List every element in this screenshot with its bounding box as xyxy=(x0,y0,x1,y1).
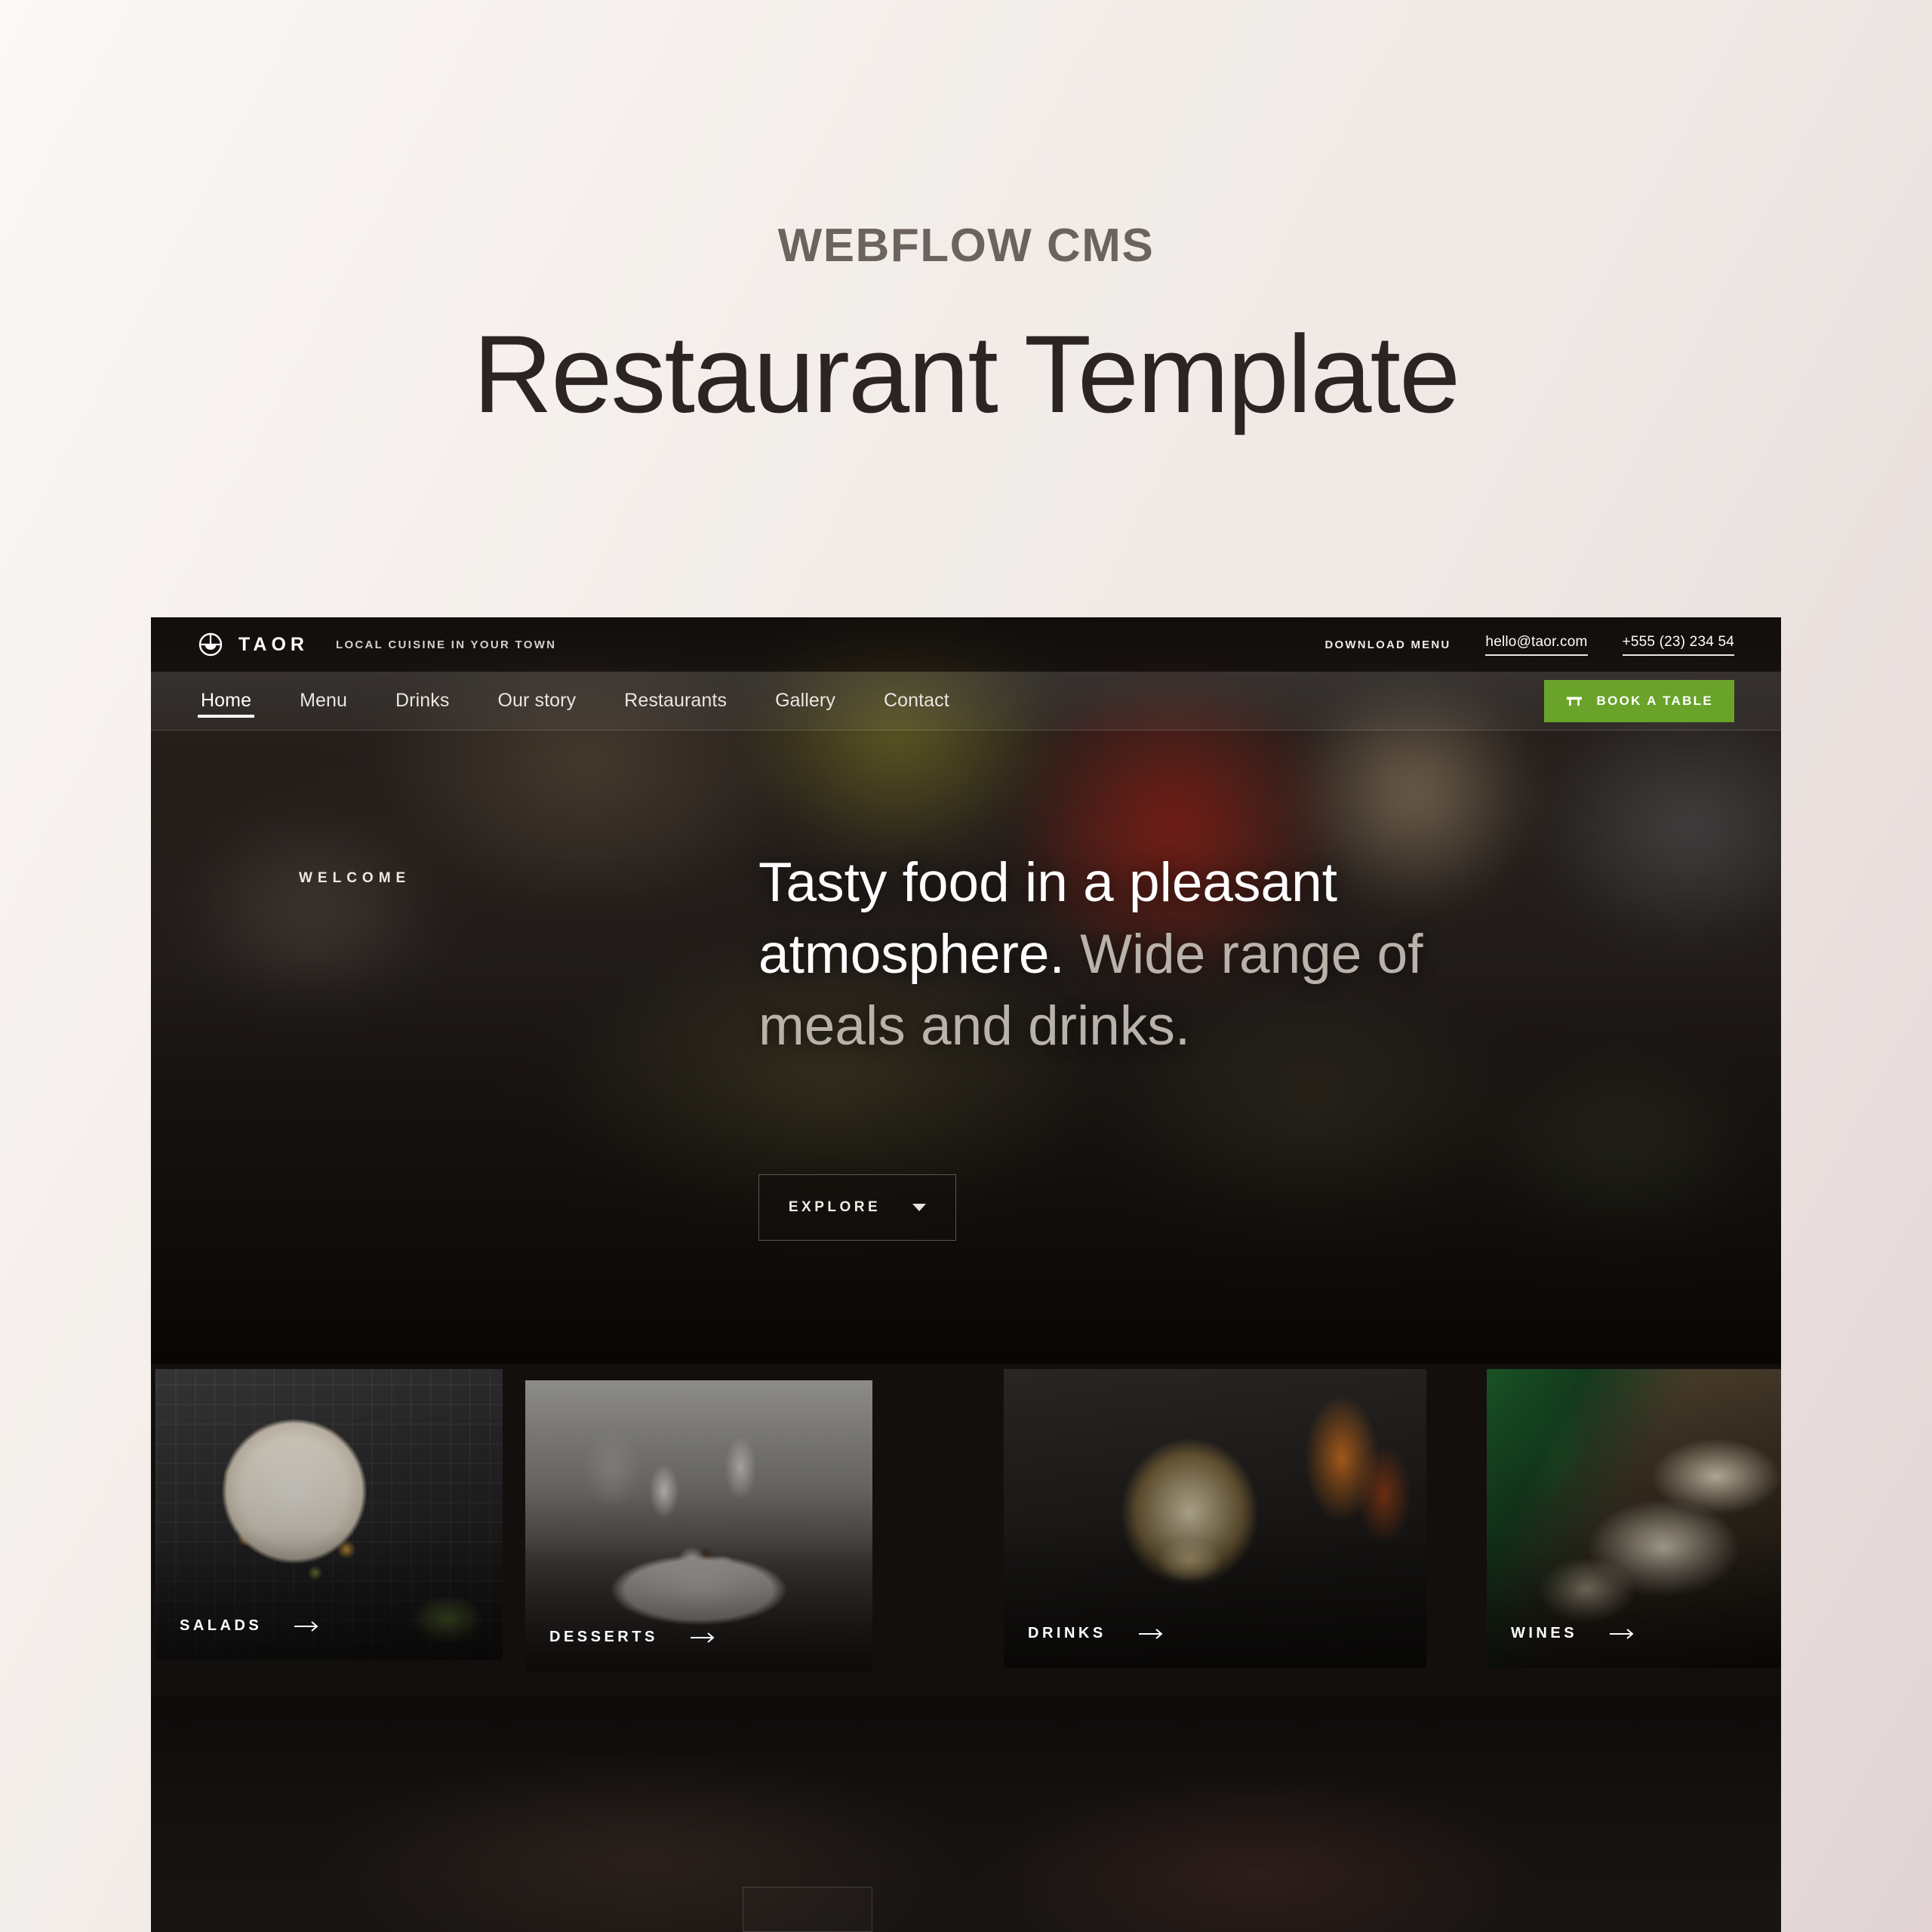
category-card-salads[interactable]: SALADS xyxy=(155,1369,503,1660)
drinks-photo-overlay xyxy=(1004,1369,1426,1668)
nav-item-home[interactable]: Home xyxy=(198,672,255,730)
explore-label: EXPLORE xyxy=(788,1199,881,1215)
brand-name: TAOR xyxy=(238,633,309,655)
phone-link[interactable]: +555 (23) 234 54 xyxy=(1622,634,1734,656)
book-a-table-label: BOOK A TABLE xyxy=(1596,693,1713,708)
category-cards: SALADS DESSERTS DRINKS WINES xyxy=(151,1364,1781,1697)
brand-tagline: LOCAL CUISINE IN YOUR TOWN xyxy=(335,638,557,651)
table-icon xyxy=(1566,697,1582,706)
drinks-label-group: DRINKS xyxy=(1028,1625,1164,1642)
main-nav: Home Menu Drinks Our story Restaurants G… xyxy=(198,672,952,730)
hero-eyebrow: WELCOME xyxy=(299,870,411,886)
wines-label-group: WINES xyxy=(1511,1625,1635,1642)
salads-label-group: SALADS xyxy=(180,1617,319,1635)
wines-label: WINES xyxy=(1511,1625,1578,1641)
nav-item-gallery[interactable]: Gallery xyxy=(772,672,838,730)
website-mockup: TAOR LOCAL CUISINE IN YOUR TOWN DOWNLOAD… xyxy=(151,617,1781,1932)
nav-item-drinks[interactable]: Drinks xyxy=(392,672,452,730)
email-link[interactable]: hello@taor.com xyxy=(1485,634,1588,656)
category-card-desserts[interactable]: DESSERTS xyxy=(525,1380,872,1672)
nav-item-contact[interactable]: Contact xyxy=(881,672,952,730)
page-title: Restaurant Template xyxy=(472,312,1461,435)
lower-dark-section xyxy=(151,1697,1781,1932)
brand[interactable]: TAOR xyxy=(198,632,309,657)
drinks-label: DRINKS xyxy=(1028,1625,1106,1641)
category-card-drinks[interactable]: DRINKS xyxy=(1004,1369,1426,1668)
topbar-right-group: DOWNLOAD MENU hello@taor.com +555 (23) 2… xyxy=(1325,634,1734,656)
site-topbar: TAOR LOCAL CUISINE IN YOUR TOWN DOWNLOAD… xyxy=(151,617,1781,672)
nav-item-our-story[interactable]: Our story xyxy=(494,672,579,730)
nav-item-restaurants[interactable]: Restaurants xyxy=(621,672,730,730)
hero-headline: Tasty food in a pleasant atmosphere. Wid… xyxy=(758,848,1513,1063)
category-card-wines[interactable]: WINES xyxy=(1487,1369,1781,1668)
hero-content: WELCOME Tasty food in a pleasant atmosph… xyxy=(151,731,1781,1364)
desserts-label-group: DESSERTS xyxy=(549,1629,715,1646)
wines-photo-overlay xyxy=(1487,1369,1781,1668)
salads-label: SALADS xyxy=(180,1617,263,1634)
download-menu-link[interactable]: DOWNLOAD MENU xyxy=(1325,638,1451,651)
arrow-right-icon xyxy=(1610,1628,1634,1639)
desserts-label: DESSERTS xyxy=(549,1629,658,1645)
lower-outlined-box[interactable] xyxy=(743,1887,872,1932)
site-navbar: Home Menu Drinks Our story Restaurants G… xyxy=(151,672,1781,731)
arrow-right-icon xyxy=(1138,1628,1163,1639)
plate-circle-logo-icon xyxy=(198,632,223,657)
promo-eyebrow: WEBFLOW CMS xyxy=(777,220,1155,272)
promo-header: WEBFLOW CMS Restaurant Template xyxy=(0,0,1932,617)
book-a-table-button[interactable]: BOOK A TABLE xyxy=(1543,679,1734,722)
chevron-down-icon xyxy=(912,1204,927,1211)
arrow-right-icon xyxy=(690,1632,715,1643)
explore-button[interactable]: EXPLORE xyxy=(758,1174,956,1241)
arrow-right-icon xyxy=(294,1620,318,1632)
nav-item-menu[interactable]: Menu xyxy=(297,672,350,730)
